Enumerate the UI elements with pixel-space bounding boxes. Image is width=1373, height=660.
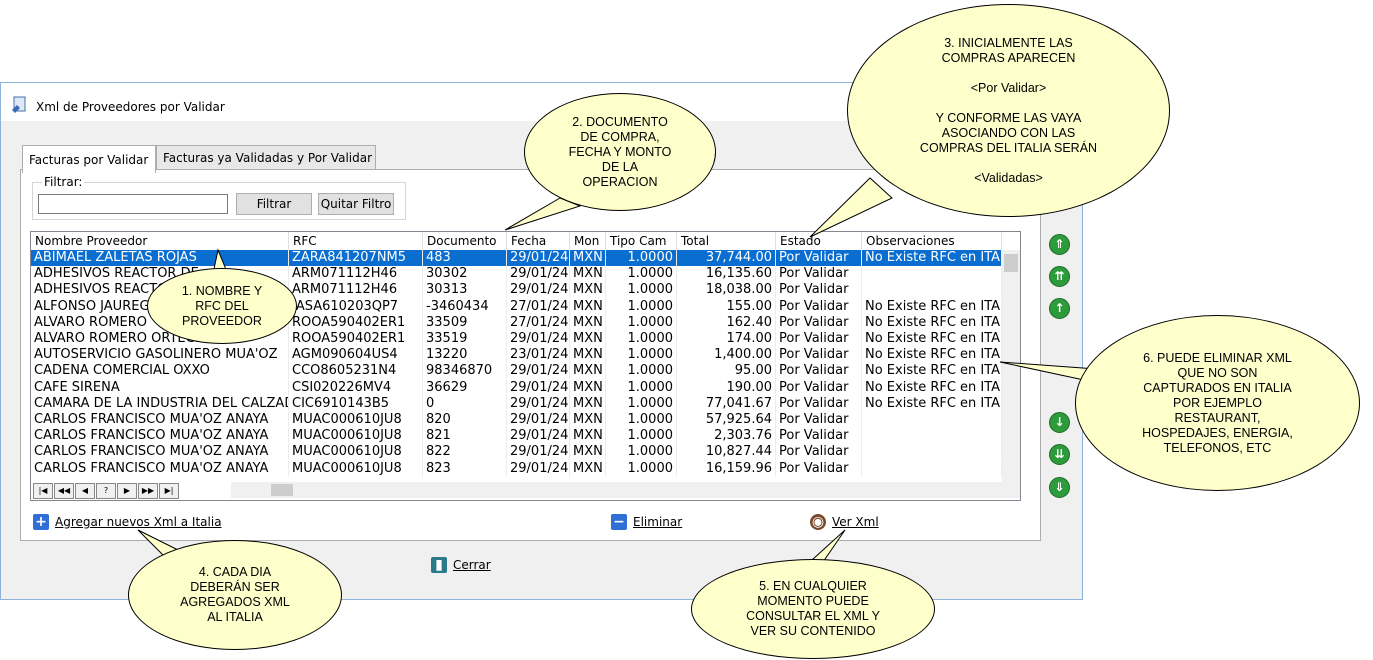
callout-4: 4. CADA DIA DEBERÁN SER AGREGADOS XML AL… <box>128 540 342 650</box>
callout-5: 5. EN CUALQUIER MOMENTO PUEDE CONSULTAR … <box>691 559 935 659</box>
callout-1: 1. NOMBRE Y RFC DEL PROVEEDOR <box>147 268 297 344</box>
callout-6: 6. PUEDE ELIMINAR XML QUE NO SON CAPTURA… <box>1075 315 1360 491</box>
callout-3: 3. INICIALMENTE LAS COMPRAS APARECEN <Po… <box>847 4 1170 217</box>
callout-2: 2. DOCUMENTO DE COMPRA, FECHA Y MONTO DE… <box>524 93 716 211</box>
